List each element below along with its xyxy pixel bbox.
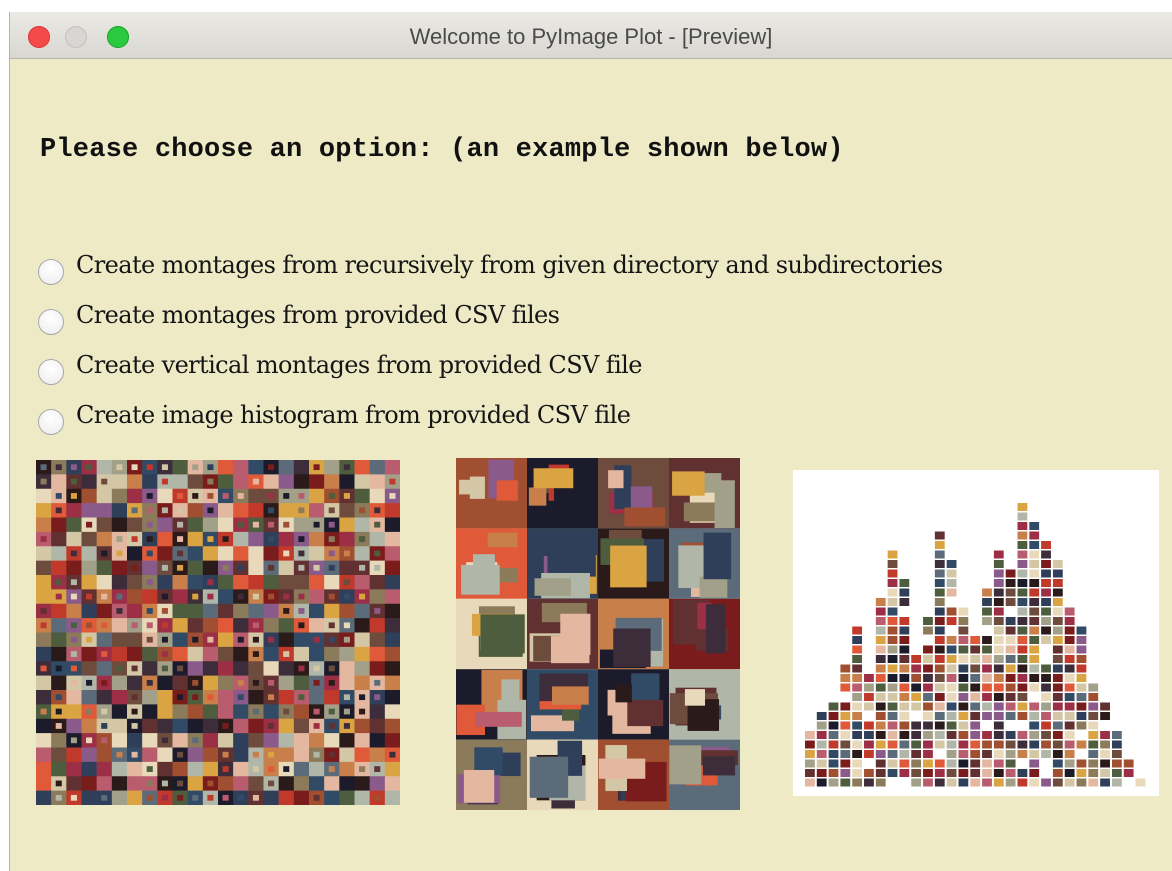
option-label: Create vertical montages from provided C…: [76, 351, 642, 379]
title-bar[interactable]: Welcome to PyImage Plot - [Preview]: [10, 12, 1172, 59]
radio-button[interactable]: [38, 359, 64, 385]
option-recursive-montage[interactable]: Create montages from recursively from gi…: [38, 240, 943, 290]
image-histogram-preview-image: [793, 470, 1159, 796]
option-list: Create montages from recursively from gi…: [38, 240, 943, 440]
option-vertical-montage[interactable]: Create vertical montages from provided C…: [38, 340, 942, 390]
montage-grid-preview-image: [36, 460, 400, 805]
window-title: Welcome to PyImage Plot - [Preview]: [409, 24, 773, 49]
app-window: Welcome to PyImage Plot - [Preview] Plea…: [10, 12, 1172, 871]
option-label: Create image histogram from provided CSV…: [76, 401, 631, 429]
radio-button[interactable]: [38, 409, 64, 435]
option-label: Create montages from recursively from gi…: [76, 251, 943, 279]
radio-button[interactable]: [38, 259, 64, 285]
option-label: Create montages from provided CSV files: [76, 301, 560, 329]
option-csv-montage[interactable]: Create montages from provided CSV files: [38, 290, 942, 340]
vertical-montage-preview-image: [456, 458, 740, 810]
option-image-histogram[interactable]: Create image histogram from provided CSV…: [38, 390, 942, 440]
prompt-heading: Please choose an option: (an example sho…: [40, 135, 844, 165]
radio-button[interactable]: [38, 309, 64, 335]
